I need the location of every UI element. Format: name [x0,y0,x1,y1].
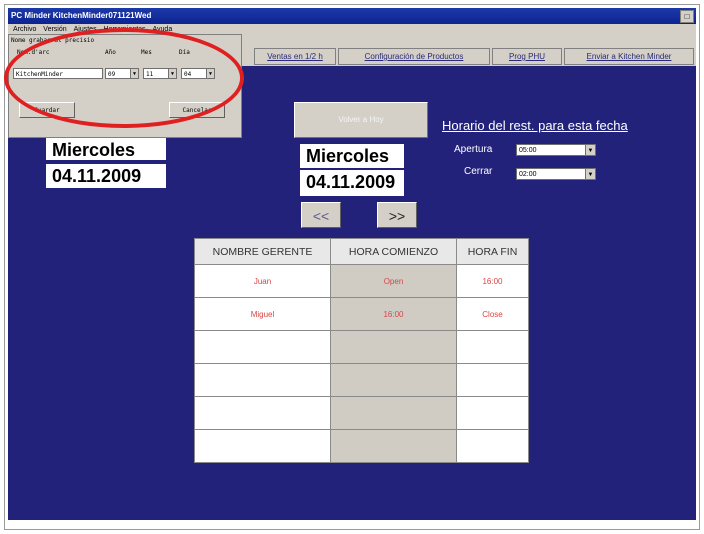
cell-end[interactable] [456,363,529,397]
manager-shift-table: NOMBRE GERENTE HORA COMIENZO HORA FIN Ju… [194,238,529,463]
cell-end[interactable]: Close [456,297,529,331]
cell-manager[interactable]: Juan [194,264,331,298]
next-day-button[interactable]: >> [377,202,417,228]
center-weekday: Miercoles [300,144,404,168]
close-time-select[interactable]: 02:00 ▼ [516,168,596,180]
save-dialog: Nome grabar al precisio Nom.d'arc Año Me… [8,34,242,138]
save-button[interactable]: Guardar [19,102,75,118]
col-hora-comienzo: HORA COMIENZO [330,238,457,265]
cell-end[interactable] [456,429,529,463]
close-label: Cerrar [464,166,493,177]
tab-enviar-kitchen-minder[interactable]: Enviar a Kitchen Minder [564,48,694,65]
chevron-down-icon[interactable]: ▼ [168,68,177,79]
dialog-heading: Nome grabar al precisio [11,37,95,44]
year-select[interactable]: 09 ▼ [105,68,139,79]
col-nombre-gerente: NOMBRE GERENTE [194,238,331,265]
chevron-down-icon[interactable]: ▼ [585,144,596,156]
cell-start[interactable] [330,429,457,463]
cell-end[interactable] [456,330,529,364]
table-header-row: NOMBRE GERENTE HORA COMIENZO HORA FIN [194,238,529,265]
col-mes-label: Mes [141,49,152,56]
today-button[interactable]: Volver a Hoy [294,102,428,138]
maximize-button[interactable]: □ [680,10,694,23]
cell-end[interactable] [456,396,529,430]
table-row [194,330,529,364]
table-row: Juan Open 16:00 [194,264,529,298]
filename-input[interactable]: KitchenMinder [13,68,103,79]
center-date: 04.11.2009 [300,170,404,196]
tab-ventas[interactable]: Ventas en 1/2 h [254,48,336,65]
cell-start[interactable] [330,396,457,430]
cell-manager[interactable] [194,363,331,397]
open-time-select[interactable]: 05:00 ▼ [516,144,596,156]
col-hora-fin: HORA FIN [456,238,529,265]
cell-manager[interactable]: Miguel [194,297,331,331]
window-titlebar: PC Minder KitchenMinder071121Wed □ [8,8,696,24]
cell-end[interactable]: 16:00 [456,264,529,298]
chevron-down-icon[interactable]: ▼ [206,68,215,79]
table-row [194,363,529,397]
open-time-value: 05:00 [519,147,537,154]
cell-manager[interactable] [194,429,331,463]
filename-value: KitchenMinder [16,71,63,78]
left-weekday: Miercoles [46,138,166,160]
tab-prog-phu[interactable]: Prog PHU [492,48,562,65]
table-row [194,429,529,463]
table-row [194,396,529,430]
col-nom-label: Nom.d'arc [17,49,50,56]
col-dia-label: Día [179,49,190,56]
month-select[interactable]: 11 ▼ [143,68,177,79]
year-value: 09 [108,71,116,78]
open-label: Apertura [454,144,493,155]
cell-manager[interactable] [194,330,331,364]
day-select[interactable]: 04 ▼ [181,68,215,79]
cell-start[interactable] [330,363,457,397]
table-row: Miguel 16:00 Close [194,297,529,331]
left-date: 04.11.2009 [46,164,166,188]
cell-start[interactable]: 16:00 [330,297,457,331]
prev-day-button[interactable]: << [301,202,341,228]
cell-start[interactable] [330,330,457,364]
window-title: PC Minder KitchenMinder071121Wed [11,11,152,20]
month-value: 11 [146,71,154,78]
cancel-button[interactable]: Cancelar [169,102,225,118]
schedule-title: Horario del rest. para esta fecha [442,118,628,133]
day-value: 04 [184,71,192,78]
cell-manager[interactable] [194,396,331,430]
tab-configuracion-productos[interactable]: Configuración de Productos [338,48,490,65]
cell-start[interactable]: Open [330,264,457,298]
chevron-down-icon[interactable]: ▼ [130,68,139,79]
chevron-down-icon[interactable]: ▼ [585,168,596,180]
close-time-value: 02:00 [519,171,537,178]
col-ano-label: Año [105,49,116,56]
